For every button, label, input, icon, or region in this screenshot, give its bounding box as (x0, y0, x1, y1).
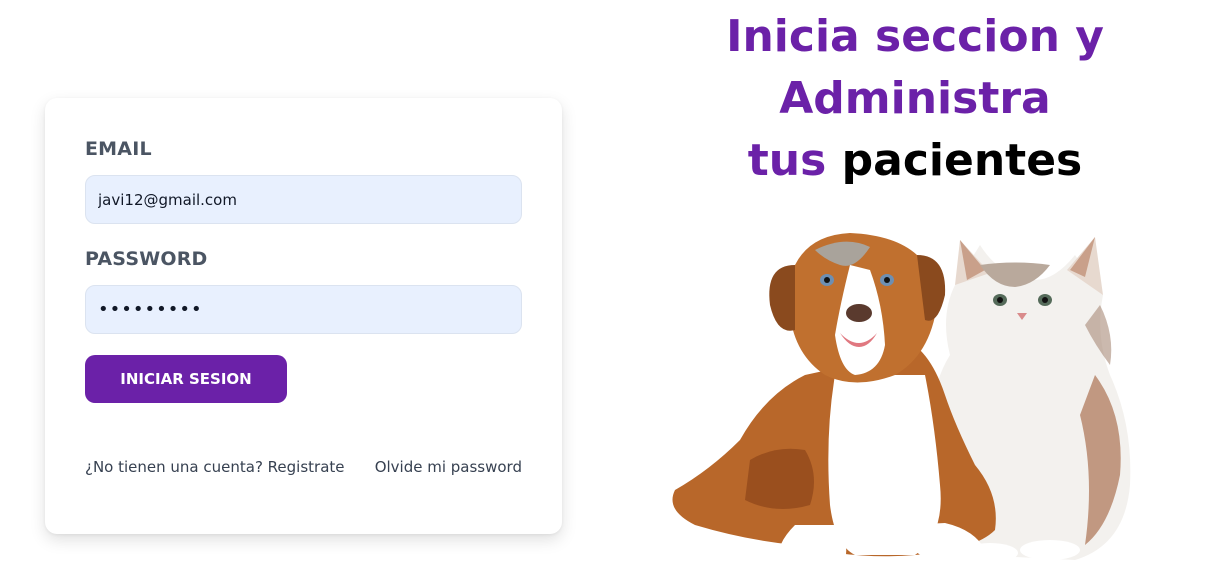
login-button[interactable]: INICIAR SESION (85, 355, 287, 403)
heading-part-2: tus (747, 135, 827, 186)
page-heading: Inicia seccion y Administra tus paciente… (600, 6, 1230, 192)
heading-part-3: pacientes (841, 135, 1083, 186)
dog-and-cat-illustration-icon (672, 233, 1131, 564)
login-card: EMAIL PASSWORD INICIAR SESION ¿No tienen… (45, 98, 562, 534)
email-label: EMAIL (85, 138, 152, 160)
heading-part-1: Inicia seccion y Administra (726, 11, 1104, 124)
register-link[interactable]: ¿No tienen una cuenta? Registrate (85, 458, 345, 476)
password-field[interactable] (85, 285, 522, 334)
email-field[interactable] (85, 175, 522, 224)
password-label: PASSWORD (85, 248, 208, 270)
forgot-password-link[interactable]: Olvide mi password (375, 458, 522, 476)
login-page: EMAIL PASSWORD INICIAR SESION ¿No tienen… (0, 0, 1230, 568)
